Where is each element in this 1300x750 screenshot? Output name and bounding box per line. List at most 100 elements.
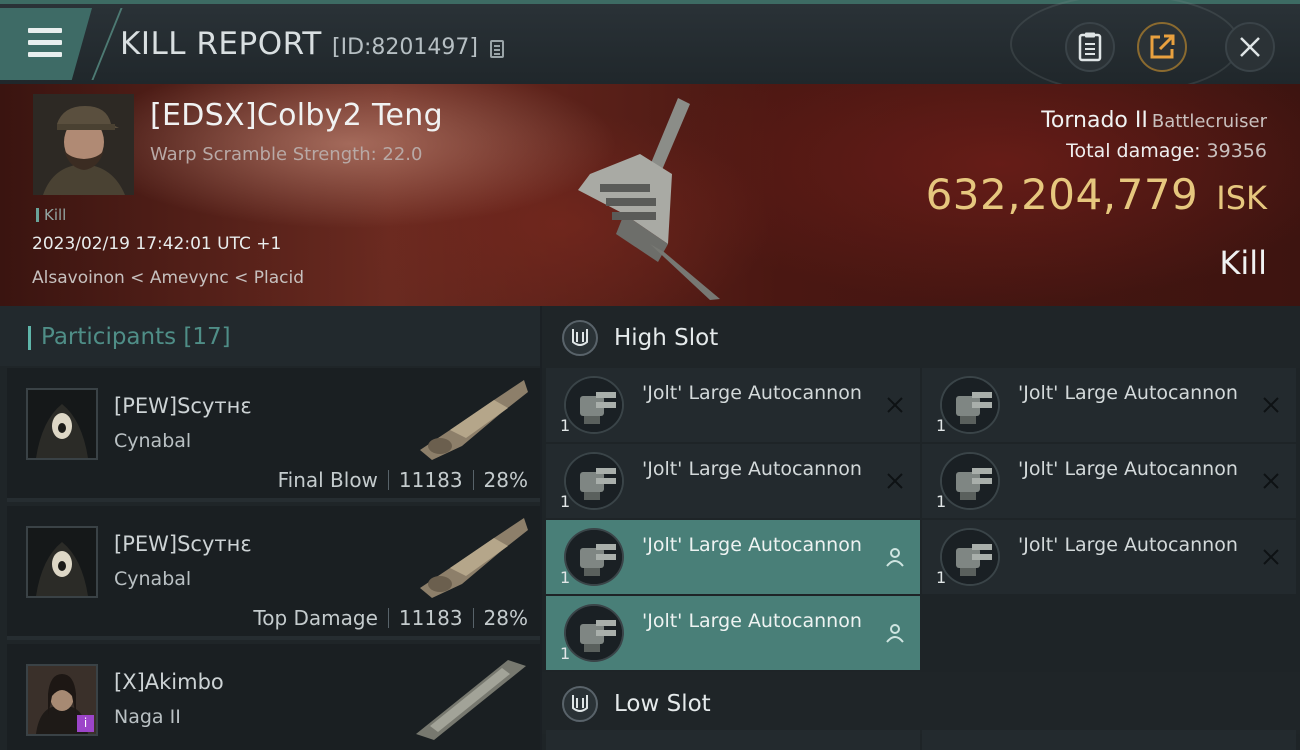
module-card[interactable]: 1 'Jolt' Large Autocannon	[546, 444, 920, 518]
participant-role: Final Blow	[277, 468, 378, 492]
victim-portrait[interactable]	[33, 94, 134, 195]
module-name: 'Jolt' Large Autocannon	[642, 610, 862, 632]
hamburger-menu-icon-bar	[28, 52, 62, 57]
stats-separator	[387, 470, 389, 490]
close-icon	[1240, 37, 1260, 57]
module-card[interactable]: 1 'Jolt' Large Autocannon	[546, 596, 920, 670]
module-name: 'Jolt' Large Autocannon	[642, 382, 862, 404]
participant-ship-image	[420, 518, 528, 598]
stats-separator	[472, 470, 474, 490]
destroyed-x-icon	[887, 397, 903, 413]
isk-amount: 632,204,779	[925, 170, 1199, 219]
participant-role: Top Damage	[253, 606, 378, 630]
participant-ship-image	[420, 380, 528, 460]
module-image	[564, 604, 624, 662]
kill-report-screen: KILL REPORT [ID:8201497] [EDSX]Colby2 Te…	[0, 0, 1300, 750]
participant-badge: i	[77, 715, 94, 732]
module-image	[940, 452, 1000, 510]
kill-location[interactable]: Alsavoinon < Amevync < Placid	[32, 268, 304, 288]
module-quantity: 1	[936, 568, 947, 587]
low-slot-title: Low Slot	[614, 691, 711, 717]
module-name: 'Jolt' Large Autocannon	[1018, 382, 1238, 404]
module-quantity: 1	[936, 492, 947, 511]
module-quantity: 1	[560, 644, 571, 663]
module-card[interactable]: 1 'Jolt' Large Autocannon	[546, 520, 920, 594]
dropped-pilot-icon	[886, 548, 904, 567]
participant-damage: 11183	[398, 468, 463, 492]
hamburger-menu-icon-bar	[28, 40, 62, 45]
participants-title: Participants [17]	[41, 324, 231, 350]
participant-percent: 28%	[483, 468, 528, 492]
module-image	[564, 528, 624, 586]
participant-stats: Top Damage 11183 28%	[253, 606, 528, 630]
participant-row[interactable]: [PEW]Scyтнε Cynabal Final Blow 11183 28%	[7, 368, 540, 502]
header-accent	[28, 326, 31, 350]
share-icon	[1150, 34, 1175, 59]
high-slot-icon	[562, 320, 598, 356]
participant-ship: Cynabal	[114, 430, 192, 452]
participants-header[interactable]: Participants [17]	[0, 306, 540, 366]
participant-stats: Final Blow 11183 28%	[278, 468, 528, 492]
ship-name-text: Tornado II	[1041, 108, 1148, 133]
module-name: 'Jolt' Large Autocannon	[1018, 534, 1238, 556]
module-card[interactable]: 1 'Jolt' Large Autocannon	[922, 444, 1296, 518]
clipboard-button[interactable]	[1065, 22, 1115, 72]
destroyed-x-icon	[887, 473, 903, 489]
victim-pilot-name[interactable]: [EDSX]Colby2 Teng	[150, 98, 443, 133]
low-slot-icon	[562, 686, 598, 722]
participant-name: [PEW]Scyтнε	[114, 394, 252, 418]
participant-damage: 11183	[398, 606, 463, 630]
participant-ship-image	[416, 660, 526, 740]
stats-separator	[472, 608, 474, 628]
copy-id-icon[interactable]	[490, 40, 504, 58]
participant-row[interactable]: i [X]Akimbo Naga II	[7, 644, 540, 750]
share-button[interactable]	[1137, 22, 1187, 72]
module-quantity: 1	[560, 568, 571, 587]
report-id: [ID:8201497]	[332, 35, 478, 60]
module-card[interactable]: 1 'Jolt' Large Autocannon	[546, 368, 920, 442]
destroyed-x-icon	[1263, 549, 1279, 565]
pilot-portrait-image	[33, 94, 134, 195]
participant-ship: Naga II	[114, 706, 181, 728]
low-slot-header: Low Slot	[542, 672, 1300, 734]
participant-name: [PEW]Scyтнε	[114, 532, 252, 556]
page-title: KILL REPORT	[120, 26, 322, 62]
total-damage-label: Total damage:	[1066, 140, 1201, 162]
destroyed-x-icon	[1263, 397, 1279, 413]
background-decoration	[1010, 0, 1240, 94]
module-card[interactable]: 1 'Jolt' Large Autocannon	[922, 520, 1296, 594]
module-name: 'Jolt' Large Autocannon	[642, 458, 862, 480]
module-quantity: 1	[560, 492, 571, 511]
module-image	[564, 452, 624, 510]
participant-avatar	[26, 526, 98, 598]
fitting-panel: High Slot 1 'Jolt' Large Autocannon 1 'Jolt…	[542, 306, 1300, 750]
low-slot-module-partial[interactable]	[546, 730, 920, 750]
high-slot-title: High Slot	[614, 325, 719, 351]
victim-ship-name[interactable]: Tornado II Battlecruiser	[1041, 108, 1267, 133]
module-quantity: 1	[936, 416, 947, 435]
module-card[interactable]: 1 'Jolt' Large Autocannon	[922, 368, 1296, 442]
isk-value: 632,204,779 ISK	[926, 170, 1267, 219]
low-slot-module-partial[interactable]	[922, 730, 1296, 750]
module-name: 'Jolt' Large Autocannon	[1018, 458, 1238, 480]
module-image	[564, 376, 624, 434]
close-button[interactable]	[1225, 22, 1275, 72]
isk-unit: ISK	[1216, 179, 1267, 217]
header-bar: KILL REPORT [ID:8201497]	[0, 0, 1300, 94]
hamburger-menu-icon	[28, 28, 62, 33]
warp-scramble-strength: Warp Scramble Strength: 22.0	[150, 144, 423, 165]
participant-avatar: i	[26, 664, 98, 736]
kill-tag: Kill	[36, 206, 66, 224]
destroyed-x-icon	[1263, 473, 1279, 489]
kill-datetime: 2023/02/19 17:42:01 UTC +1	[32, 234, 282, 254]
module-image	[940, 528, 1000, 586]
participant-percent: 28%	[483, 606, 528, 630]
stats-separator	[387, 608, 389, 628]
victim-summary: [EDSX]Colby2 Teng Warp Scramble Strength…	[0, 84, 1300, 306]
high-slot-header: High Slot	[542, 306, 1300, 368]
participant-name: [X]Akimbo	[114, 670, 224, 694]
participants-panel: Participants [17] [PEW]Scyтнε Cynabal Fi…	[0, 306, 540, 750]
participant-ship: Cynabal	[114, 568, 192, 590]
participant-row[interactable]: [PEW]Scyтнε Cynabal Top Damage 11183 28%	[7, 506, 540, 640]
ship-class: Battlecruiser	[1151, 111, 1267, 132]
